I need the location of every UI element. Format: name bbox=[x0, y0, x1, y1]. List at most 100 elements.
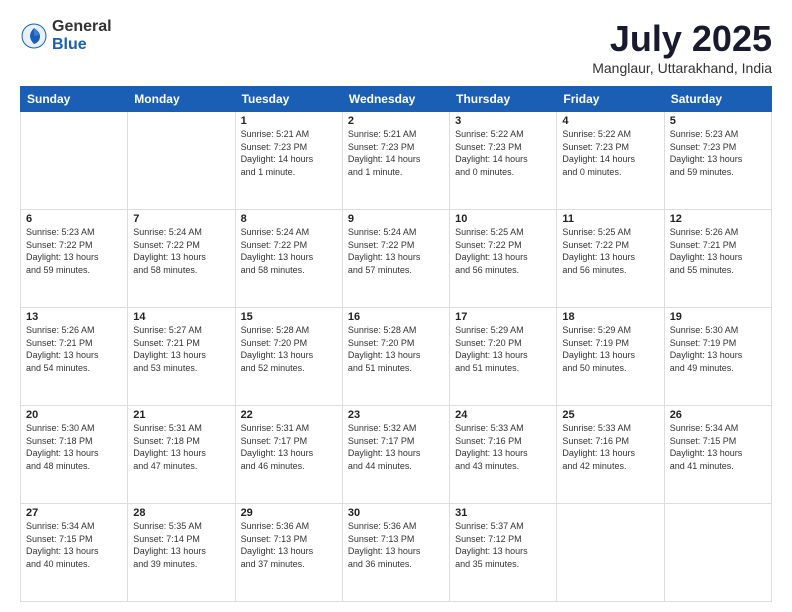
day-info: Sunrise: 5:31 AM Sunset: 7:17 PM Dayligh… bbox=[241, 422, 337, 472]
calendar-cell: 3Sunrise: 5:22 AM Sunset: 7:23 PM Daylig… bbox=[450, 112, 557, 210]
weekday-header-sunday: Sunday bbox=[21, 87, 128, 112]
day-number: 6 bbox=[26, 213, 122, 225]
day-info: Sunrise: 5:36 AM Sunset: 7:13 PM Dayligh… bbox=[348, 520, 444, 570]
day-info: Sunrise: 5:25 AM Sunset: 7:22 PM Dayligh… bbox=[455, 226, 551, 276]
calendar-cell: 28Sunrise: 5:35 AM Sunset: 7:14 PM Dayli… bbox=[128, 504, 235, 602]
day-number: 8 bbox=[241, 213, 337, 225]
calendar-cell: 1Sunrise: 5:21 AM Sunset: 7:23 PM Daylig… bbox=[235, 112, 342, 210]
calendar-cell: 5Sunrise: 5:23 AM Sunset: 7:23 PM Daylig… bbox=[664, 112, 771, 210]
calendar-cell: 21Sunrise: 5:31 AM Sunset: 7:18 PM Dayli… bbox=[128, 406, 235, 504]
day-number: 29 bbox=[241, 507, 337, 519]
calendar-cell: 22Sunrise: 5:31 AM Sunset: 7:17 PM Dayli… bbox=[235, 406, 342, 504]
day-info: Sunrise: 5:24 AM Sunset: 7:22 PM Dayligh… bbox=[133, 226, 229, 276]
week-row-2: 6Sunrise: 5:23 AM Sunset: 7:22 PM Daylig… bbox=[21, 210, 772, 308]
calendar-cell: 6Sunrise: 5:23 AM Sunset: 7:22 PM Daylig… bbox=[21, 210, 128, 308]
calendar-cell: 23Sunrise: 5:32 AM Sunset: 7:17 PM Dayli… bbox=[342, 406, 449, 504]
calendar-cell: 9Sunrise: 5:24 AM Sunset: 7:22 PM Daylig… bbox=[342, 210, 449, 308]
calendar-cell: 25Sunrise: 5:33 AM Sunset: 7:16 PM Dayli… bbox=[557, 406, 664, 504]
calendar-cell: 20Sunrise: 5:30 AM Sunset: 7:18 PM Dayli… bbox=[21, 406, 128, 504]
day-info: Sunrise: 5:33 AM Sunset: 7:16 PM Dayligh… bbox=[562, 422, 658, 472]
week-row-5: 27Sunrise: 5:34 AM Sunset: 7:15 PM Dayli… bbox=[21, 504, 772, 602]
week-row-1: 1Sunrise: 5:21 AM Sunset: 7:23 PM Daylig… bbox=[21, 112, 772, 210]
day-number: 21 bbox=[133, 409, 229, 421]
day-number: 25 bbox=[562, 409, 658, 421]
header: General Blue July 2025 Manglaur, Uttarak… bbox=[20, 18, 772, 76]
day-number: 9 bbox=[348, 213, 444, 225]
calendar-cell: 26Sunrise: 5:34 AM Sunset: 7:15 PM Dayli… bbox=[664, 406, 771, 504]
day-number: 30 bbox=[348, 507, 444, 519]
weekday-header-saturday: Saturday bbox=[664, 87, 771, 112]
calendar-cell: 29Sunrise: 5:36 AM Sunset: 7:13 PM Dayli… bbox=[235, 504, 342, 602]
day-number: 26 bbox=[670, 409, 766, 421]
title-block: July 2025 Manglaur, Uttarakhand, India bbox=[592, 18, 772, 76]
day-number: 10 bbox=[455, 213, 551, 225]
weekday-header-row: SundayMondayTuesdayWednesdayThursdayFrid… bbox=[21, 87, 772, 112]
day-number: 4 bbox=[562, 115, 658, 127]
day-number: 2 bbox=[348, 115, 444, 127]
calendar-cell: 16Sunrise: 5:28 AM Sunset: 7:20 PM Dayli… bbox=[342, 308, 449, 406]
logo-icon bbox=[20, 22, 48, 50]
weekday-header-tuesday: Tuesday bbox=[235, 87, 342, 112]
calendar: SundayMondayTuesdayWednesdayThursdayFrid… bbox=[20, 86, 772, 602]
calendar-cell: 18Sunrise: 5:29 AM Sunset: 7:19 PM Dayli… bbox=[557, 308, 664, 406]
logo-general: General bbox=[52, 18, 112, 36]
day-info: Sunrise: 5:21 AM Sunset: 7:23 PM Dayligh… bbox=[348, 128, 444, 178]
day-number: 27 bbox=[26, 507, 122, 519]
logo-text: General Blue bbox=[52, 18, 112, 53]
day-info: Sunrise: 5:35 AM Sunset: 7:14 PM Dayligh… bbox=[133, 520, 229, 570]
day-info: Sunrise: 5:34 AM Sunset: 7:15 PM Dayligh… bbox=[26, 520, 122, 570]
day-info: Sunrise: 5:21 AM Sunset: 7:23 PM Dayligh… bbox=[241, 128, 337, 178]
day-number: 24 bbox=[455, 409, 551, 421]
day-info: Sunrise: 5:29 AM Sunset: 7:19 PM Dayligh… bbox=[562, 324, 658, 374]
day-info: Sunrise: 5:24 AM Sunset: 7:22 PM Dayligh… bbox=[348, 226, 444, 276]
calendar-cell bbox=[128, 112, 235, 210]
calendar-cell: 12Sunrise: 5:26 AM Sunset: 7:21 PM Dayli… bbox=[664, 210, 771, 308]
calendar-cell: 7Sunrise: 5:24 AM Sunset: 7:22 PM Daylig… bbox=[128, 210, 235, 308]
day-info: Sunrise: 5:23 AM Sunset: 7:22 PM Dayligh… bbox=[26, 226, 122, 276]
day-number: 12 bbox=[670, 213, 766, 225]
day-number: 5 bbox=[670, 115, 766, 127]
day-info: Sunrise: 5:30 AM Sunset: 7:19 PM Dayligh… bbox=[670, 324, 766, 374]
calendar-cell: 10Sunrise: 5:25 AM Sunset: 7:22 PM Dayli… bbox=[450, 210, 557, 308]
day-number: 28 bbox=[133, 507, 229, 519]
day-info: Sunrise: 5:37 AM Sunset: 7:12 PM Dayligh… bbox=[455, 520, 551, 570]
page: General Blue July 2025 Manglaur, Uttarak… bbox=[0, 0, 792, 612]
calendar-cell: 2Sunrise: 5:21 AM Sunset: 7:23 PM Daylig… bbox=[342, 112, 449, 210]
day-number: 7 bbox=[133, 213, 229, 225]
day-number: 19 bbox=[670, 311, 766, 323]
calendar-cell: 17Sunrise: 5:29 AM Sunset: 7:20 PM Dayli… bbox=[450, 308, 557, 406]
day-info: Sunrise: 5:26 AM Sunset: 7:21 PM Dayligh… bbox=[26, 324, 122, 374]
day-info: Sunrise: 5:25 AM Sunset: 7:22 PM Dayligh… bbox=[562, 226, 658, 276]
week-row-4: 20Sunrise: 5:30 AM Sunset: 7:18 PM Dayli… bbox=[21, 406, 772, 504]
calendar-cell: 13Sunrise: 5:26 AM Sunset: 7:21 PM Dayli… bbox=[21, 308, 128, 406]
day-number: 11 bbox=[562, 213, 658, 225]
day-number: 31 bbox=[455, 507, 551, 519]
calendar-cell: 30Sunrise: 5:36 AM Sunset: 7:13 PM Dayli… bbox=[342, 504, 449, 602]
weekday-header-monday: Monday bbox=[128, 87, 235, 112]
calendar-cell bbox=[557, 504, 664, 602]
month-title: July 2025 bbox=[592, 18, 772, 60]
calendar-cell: 4Sunrise: 5:22 AM Sunset: 7:23 PM Daylig… bbox=[557, 112, 664, 210]
day-info: Sunrise: 5:23 AM Sunset: 7:23 PM Dayligh… bbox=[670, 128, 766, 178]
calendar-cell: 24Sunrise: 5:33 AM Sunset: 7:16 PM Dayli… bbox=[450, 406, 557, 504]
day-number: 16 bbox=[348, 311, 444, 323]
calendar-cell: 31Sunrise: 5:37 AM Sunset: 7:12 PM Dayli… bbox=[450, 504, 557, 602]
day-info: Sunrise: 5:32 AM Sunset: 7:17 PM Dayligh… bbox=[348, 422, 444, 472]
day-number: 13 bbox=[26, 311, 122, 323]
weekday-header-friday: Friday bbox=[557, 87, 664, 112]
day-info: Sunrise: 5:28 AM Sunset: 7:20 PM Dayligh… bbox=[348, 324, 444, 374]
day-number: 15 bbox=[241, 311, 337, 323]
day-number: 14 bbox=[133, 311, 229, 323]
day-number: 18 bbox=[562, 311, 658, 323]
calendar-cell: 14Sunrise: 5:27 AM Sunset: 7:21 PM Dayli… bbox=[128, 308, 235, 406]
day-number: 20 bbox=[26, 409, 122, 421]
calendar-cell bbox=[21, 112, 128, 210]
day-info: Sunrise: 5:31 AM Sunset: 7:18 PM Dayligh… bbox=[133, 422, 229, 472]
day-info: Sunrise: 5:27 AM Sunset: 7:21 PM Dayligh… bbox=[133, 324, 229, 374]
day-info: Sunrise: 5:22 AM Sunset: 7:23 PM Dayligh… bbox=[562, 128, 658, 178]
weekday-header-thursday: Thursday bbox=[450, 87, 557, 112]
day-info: Sunrise: 5:29 AM Sunset: 7:20 PM Dayligh… bbox=[455, 324, 551, 374]
calendar-cell: 11Sunrise: 5:25 AM Sunset: 7:22 PM Dayli… bbox=[557, 210, 664, 308]
logo-blue: Blue bbox=[52, 36, 112, 54]
day-number: 3 bbox=[455, 115, 551, 127]
